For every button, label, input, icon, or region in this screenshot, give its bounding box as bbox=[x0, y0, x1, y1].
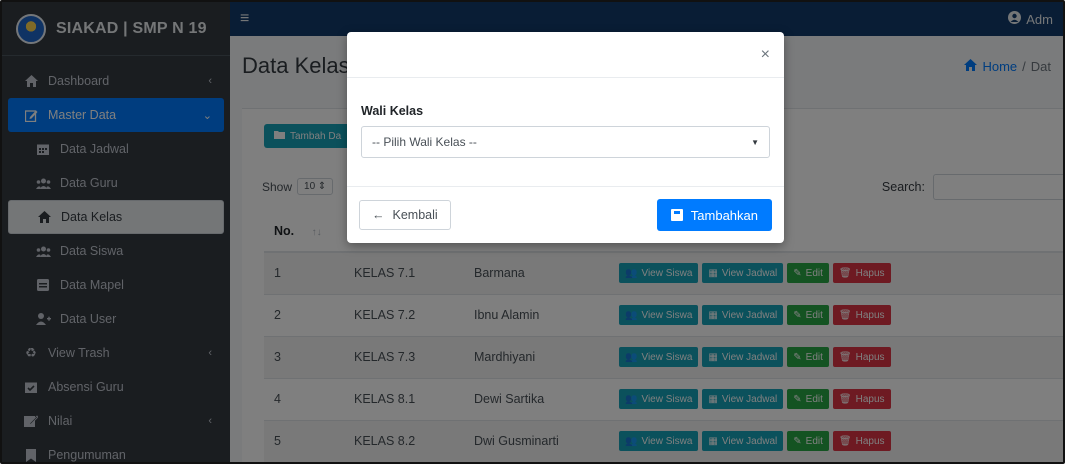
submit-button-label: Tambahkan bbox=[690, 207, 758, 223]
submit-button[interactable]: Tambahkan bbox=[656, 199, 772, 231]
arrow-left-icon: ← bbox=[372, 208, 385, 222]
wali-kelas-label: Wali Kelas bbox=[361, 104, 424, 118]
back-button[interactable]: ← Kembali bbox=[359, 200, 451, 230]
save-icon bbox=[670, 209, 683, 221]
modal-header: × bbox=[347, 32, 784, 78]
add-class-modal: × Wali Kelas -- Pilih Wali Kelas -- ▼ ← … bbox=[347, 32, 784, 243]
wali-kelas-select[interactable]: -- Pilih Wali Kelas -- ▼ bbox=[361, 126, 770, 158]
modal-body: Wali Kelas -- Pilih Wali Kelas -- ▼ bbox=[347, 78, 784, 186]
back-button-label: Kembali bbox=[392, 208, 438, 222]
close-icon[interactable]: × bbox=[761, 46, 770, 64]
app-frame: SIAKAD | SMP N 19 Dashboard ‹ Master Dat… bbox=[0, 0, 1065, 464]
caret-down-icon: ▼ bbox=[751, 137, 759, 147]
wali-kelas-selected-value: -- Pilih Wali Kelas -- bbox=[372, 135, 477, 149]
modal-footer: ← Kembali Tambahkan bbox=[347, 186, 784, 243]
